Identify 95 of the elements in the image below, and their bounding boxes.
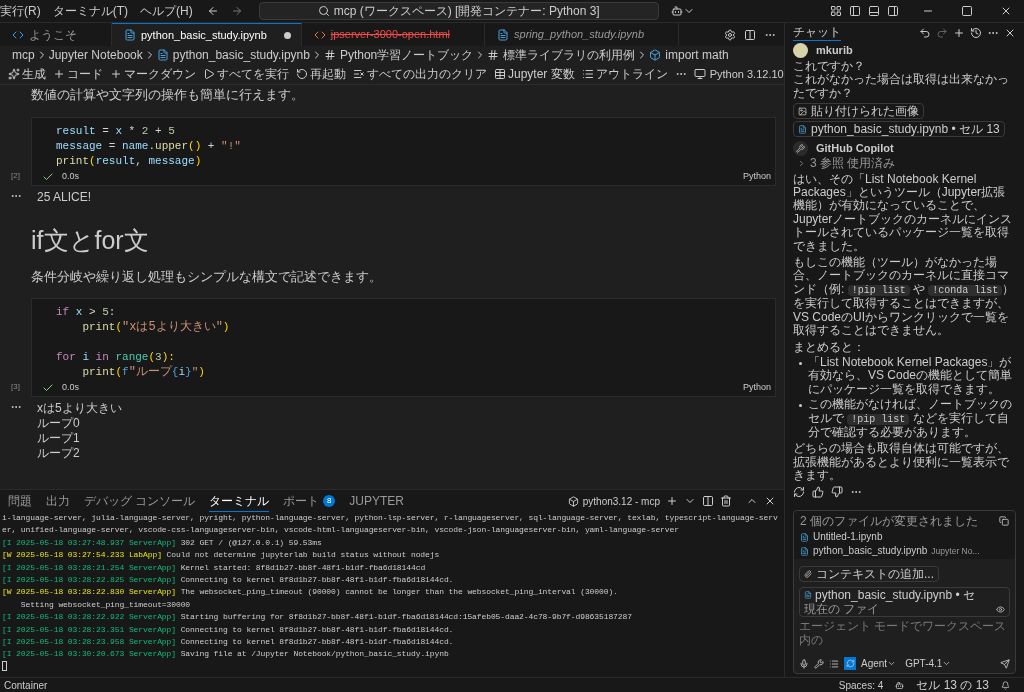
cell-output: ループ0 bbox=[37, 416, 80, 431]
panel-tab[interactable]: 問題 bbox=[8, 490, 32, 512]
terminal-line: [I 2025-05-18 03:28:22.922 ServerApp] Starting buffering for 8f8d1b27-bb8f-48f1-b1df-fba6d18144cd:15afeb05-daa2-4c78-9b7f-d98635187287 bbox=[2, 611, 632, 624]
cell-output: ループ1 bbox=[37, 431, 80, 446]
editor-tab[interactable]: python_basic_study.ipynb bbox=[112, 23, 302, 46]
toolbar-button[interactable]: マークダウン bbox=[110, 65, 196, 83]
changed-file[interactable]: Untitled-1.ipynb bbox=[813, 530, 883, 544]
message-line: これですか？ bbox=[793, 60, 865, 74]
attachment-chip[interactable]: 貼り付けられた画像 bbox=[793, 103, 924, 120]
current-file-chip[interactable]: python_basic_study.ipynb • セ 現在の ファイ bbox=[799, 587, 1010, 617]
status-item[interactable]: セル 13 の 13 bbox=[916, 676, 989, 692]
editor-tab[interactable]: jpserver-3000-open.html bbox=[301, 23, 485, 46]
code-line: print(result, message) bbox=[56, 153, 202, 169]
breadcrumb-item[interactable]: python_basic_study.ipynb bbox=[172, 46, 310, 64]
markdown-heading: if文とfor文 bbox=[31, 224, 150, 255]
cell-output: ループ2 bbox=[37, 446, 80, 461]
panel-tab[interactable]: 出力 bbox=[46, 490, 70, 512]
response-paragraph: はい、その「List Notebook Kernel Packages」というツール（Jupyter拡張機能）が有効になっていることで、Jupyterノートブックのカーネルにインストールされているパッケージ一覧を取得できました。 bbox=[793, 172, 1014, 254]
markdown-paragraph: 条件分岐や繰り返し処理もシンプルな構文で記述できます。 bbox=[31, 267, 383, 286]
chat-tab[interactable]: チャット bbox=[793, 25, 841, 41]
command-center[interactable]: mcp (ワークスペース) [開発コンテナー: Python 3] bbox=[258, 2, 659, 20]
breadcrumb-item[interactable]: mcp bbox=[12, 46, 35, 64]
terminal-line: [I 2025-05-18 03:28:21.254 ServerApp] Kernel started: 8f8d1b27-bb8f-48f1-b1df-fba6d18144cd bbox=[2, 561, 426, 574]
terminal-selector[interactable]: python3.12 - mcp bbox=[567, 493, 660, 509]
response-paragraph: もしこの機能（ツール）がなかった場合、ノートブックのカーネルに直接コマンド（例: !pip list や !conda list ）を実行して取得することはできますが、VS CodeのUIからワンクリックで一覧を取得することはできません。 bbox=[793, 256, 1016, 338]
terminal-line: [I 2025-05-18 03:28:23.958 ServerApp] Connecting to kernel 8f8d1b27-bb8f-48f1-b1df-fba6d18144cd. bbox=[2, 636, 454, 649]
response-paragraph: どちらの場合も取得自体は可能ですが、拡張機能があるとより便利に一覧表示できます。 bbox=[793, 442, 1010, 483]
code-line: if x > 5: bbox=[56, 305, 116, 320]
status-item[interactable]: Spaces: 4 bbox=[838, 677, 884, 692]
bullet-text: 「List Notebook Kernel Packages」が有効なら、VS Codeの機能として簡単にパッケージ一覧を取得できます。 bbox=[808, 355, 1014, 397]
cell-language: Python bbox=[742, 169, 771, 183]
toolbar-button[interactable]: アウトライン bbox=[581, 65, 668, 83]
file-name: python_basic_study.ipynb • セ bbox=[815, 588, 976, 602]
file-detail: Jupyter No... bbox=[931, 545, 980, 558]
code-line: print(f"ループ{i}") bbox=[81, 365, 205, 380]
terminal-line: [I 2025-05-18 03:30:20.673 ServerApp] Saving file at /Jupyter Notebook/python_basic_study.ipynb bbox=[2, 648, 449, 661]
toolbar-button[interactable]: コード bbox=[53, 65, 103, 83]
message-line: これがなかった場合は取得は出来なかったですか？ bbox=[793, 73, 1010, 101]
terminal-line: [W 2025-05-18 03:27:54.233 LabApp] Could not determine jupyterlab build status without nodejs bbox=[2, 549, 440, 562]
count-badge: 8 bbox=[323, 495, 336, 507]
code-line: message = name.upper() + "!" bbox=[56, 138, 241, 154]
cell-language: Python bbox=[742, 381, 771, 395]
menu-item[interactable]: ターミナル(T) bbox=[46, 2, 134, 20]
menu-item[interactable]: ヘルプ(H) bbox=[134, 2, 199, 20]
mode-picker[interactable]: Agent bbox=[861, 656, 897, 671]
toolbar-button[interactable]: Jupyter 変数 bbox=[494, 65, 575, 83]
toolbar-button[interactable]: すべてを実行 bbox=[203, 65, 289, 83]
breadcrumb-item[interactable]: Python学習ノートブック bbox=[339, 46, 474, 64]
panel-tab[interactable]: JUPYTER bbox=[349, 490, 405, 512]
execution-time: 0.0s bbox=[62, 169, 79, 183]
cell-output: xは5より大きい bbox=[37, 401, 122, 416]
changes-title: 2 個のファイルが変更されました bbox=[800, 513, 978, 530]
breadcrumb-item[interactable]: 標準ライブラリの利用例 bbox=[503, 46, 636, 64]
toolbar-button[interactable]: 生成 bbox=[8, 65, 46, 83]
references-toggle[interactable]: 3 参照 使用済み bbox=[797, 157, 896, 171]
terminal-line: [I 2025-05-18 03:28:23.351 ServerApp] Connecting to kernel 8f8d1b27-bb8f-48f1-b1df-fba6d18144cd. bbox=[2, 623, 454, 636]
execution-count: [3] bbox=[11, 381, 20, 393]
tab-label: spring_python_study.ipynb bbox=[514, 27, 645, 43]
kernel-picker[interactable]: Python 3.12.10 bbox=[693, 65, 784, 83]
response-paragraph: まとめると： bbox=[793, 340, 866, 354]
panel-tab[interactable]: デバッグ コンソール bbox=[84, 490, 196, 512]
add-context-button[interactable]: コンテキストの追加... bbox=[799, 566, 939, 582]
code-line: result = x * 2 + 5 bbox=[56, 123, 175, 139]
execution-count: [2] bbox=[11, 169, 20, 182]
tab-label: python_basic_study.ipynb bbox=[141, 27, 267, 43]
terminal-line: Setting websocket_ping_timeout=30000 bbox=[19, 598, 191, 611]
toolbar-button[interactable]: 再起動 bbox=[296, 65, 346, 83]
tab-label: jpserver-3000-open.html bbox=[330, 27, 450, 43]
code-line: print("xは5より大きい") bbox=[81, 320, 230, 335]
menu-item[interactable]: 実行(R) bbox=[0, 2, 47, 20]
bullet-text: この機能がなければ、ノートブックのセルで !pip list などを実行して自分で確認する必要があります。 bbox=[808, 398, 1013, 440]
terminal-line: [W 2025-05-18 03:28:22.830 ServerApp] The websocket_ping_timeout (90000) cannot be longer than the websocket_ping_interval (30000). bbox=[2, 586, 618, 599]
panel-tab[interactable]: ターミナル bbox=[209, 490, 270, 512]
markdown-paragraph: 数値の計算や文字列の操作も簡単に行えます。 bbox=[31, 86, 305, 104]
file-note: 現在の ファイ bbox=[804, 602, 880, 616]
execution-time: 0.0s bbox=[62, 381, 79, 395]
breadcrumb-item[interactable]: import math bbox=[665, 46, 729, 64]
code-line: for i in range(3): bbox=[56, 350, 175, 365]
terminal-line: er, unified-language-server, vscode-css-languageserver-bin, vscode-html-languageserver-bin, vscode-json-languageserver-bin, yaml-language-server bbox=[2, 524, 679, 537]
tab-label: ようこそ bbox=[29, 26, 77, 44]
terminal-line: [I 2025-05-18 03:27:48.937 ServerApp] 302 GET / (@127.0.0.1) 59.53ms bbox=[2, 536, 322, 549]
terminal-line: [I 2025-05-18 03:28:22.825 ServerApp] Connecting to kernel 8f8d1b27-bb8f-48f1-b1df-fba6d18144cd. bbox=[2, 574, 454, 587]
attachment-chip[interactable]: python_basic_study.ipynb • セル 13 bbox=[793, 121, 1005, 138]
user-name: mkurib bbox=[816, 43, 853, 58]
terminal-line: i-language-server, julia-language-server, pyright, python-language-server, python-lsp-server, r-languageserver, sql-language-server, texlab, typescript-language-serv bbox=[2, 512, 778, 524]
changed-file[interactable]: python_basic_study.ipynb bbox=[813, 544, 928, 558]
status-item[interactable]: Container bbox=[0, 677, 48, 692]
toolbar-button[interactable]: すべての出力のクリア bbox=[353, 65, 487, 83]
editor-tab[interactable]: spring_python_study.ipynb bbox=[485, 23, 680, 46]
chat-input[interactable]: エージェント モードでワークスペース内の bbox=[799, 619, 1010, 649]
model-picker[interactable]: GPT-4.1 bbox=[905, 656, 952, 671]
cell-output: 25 ALICE! bbox=[37, 189, 92, 205]
assistant-name: GitHub Copilot bbox=[816, 142, 894, 156]
panel-tab[interactable]: ポート 8 bbox=[283, 490, 336, 512]
breadcrumb-item[interactable]: Jupyter Notebook bbox=[48, 46, 143, 64]
